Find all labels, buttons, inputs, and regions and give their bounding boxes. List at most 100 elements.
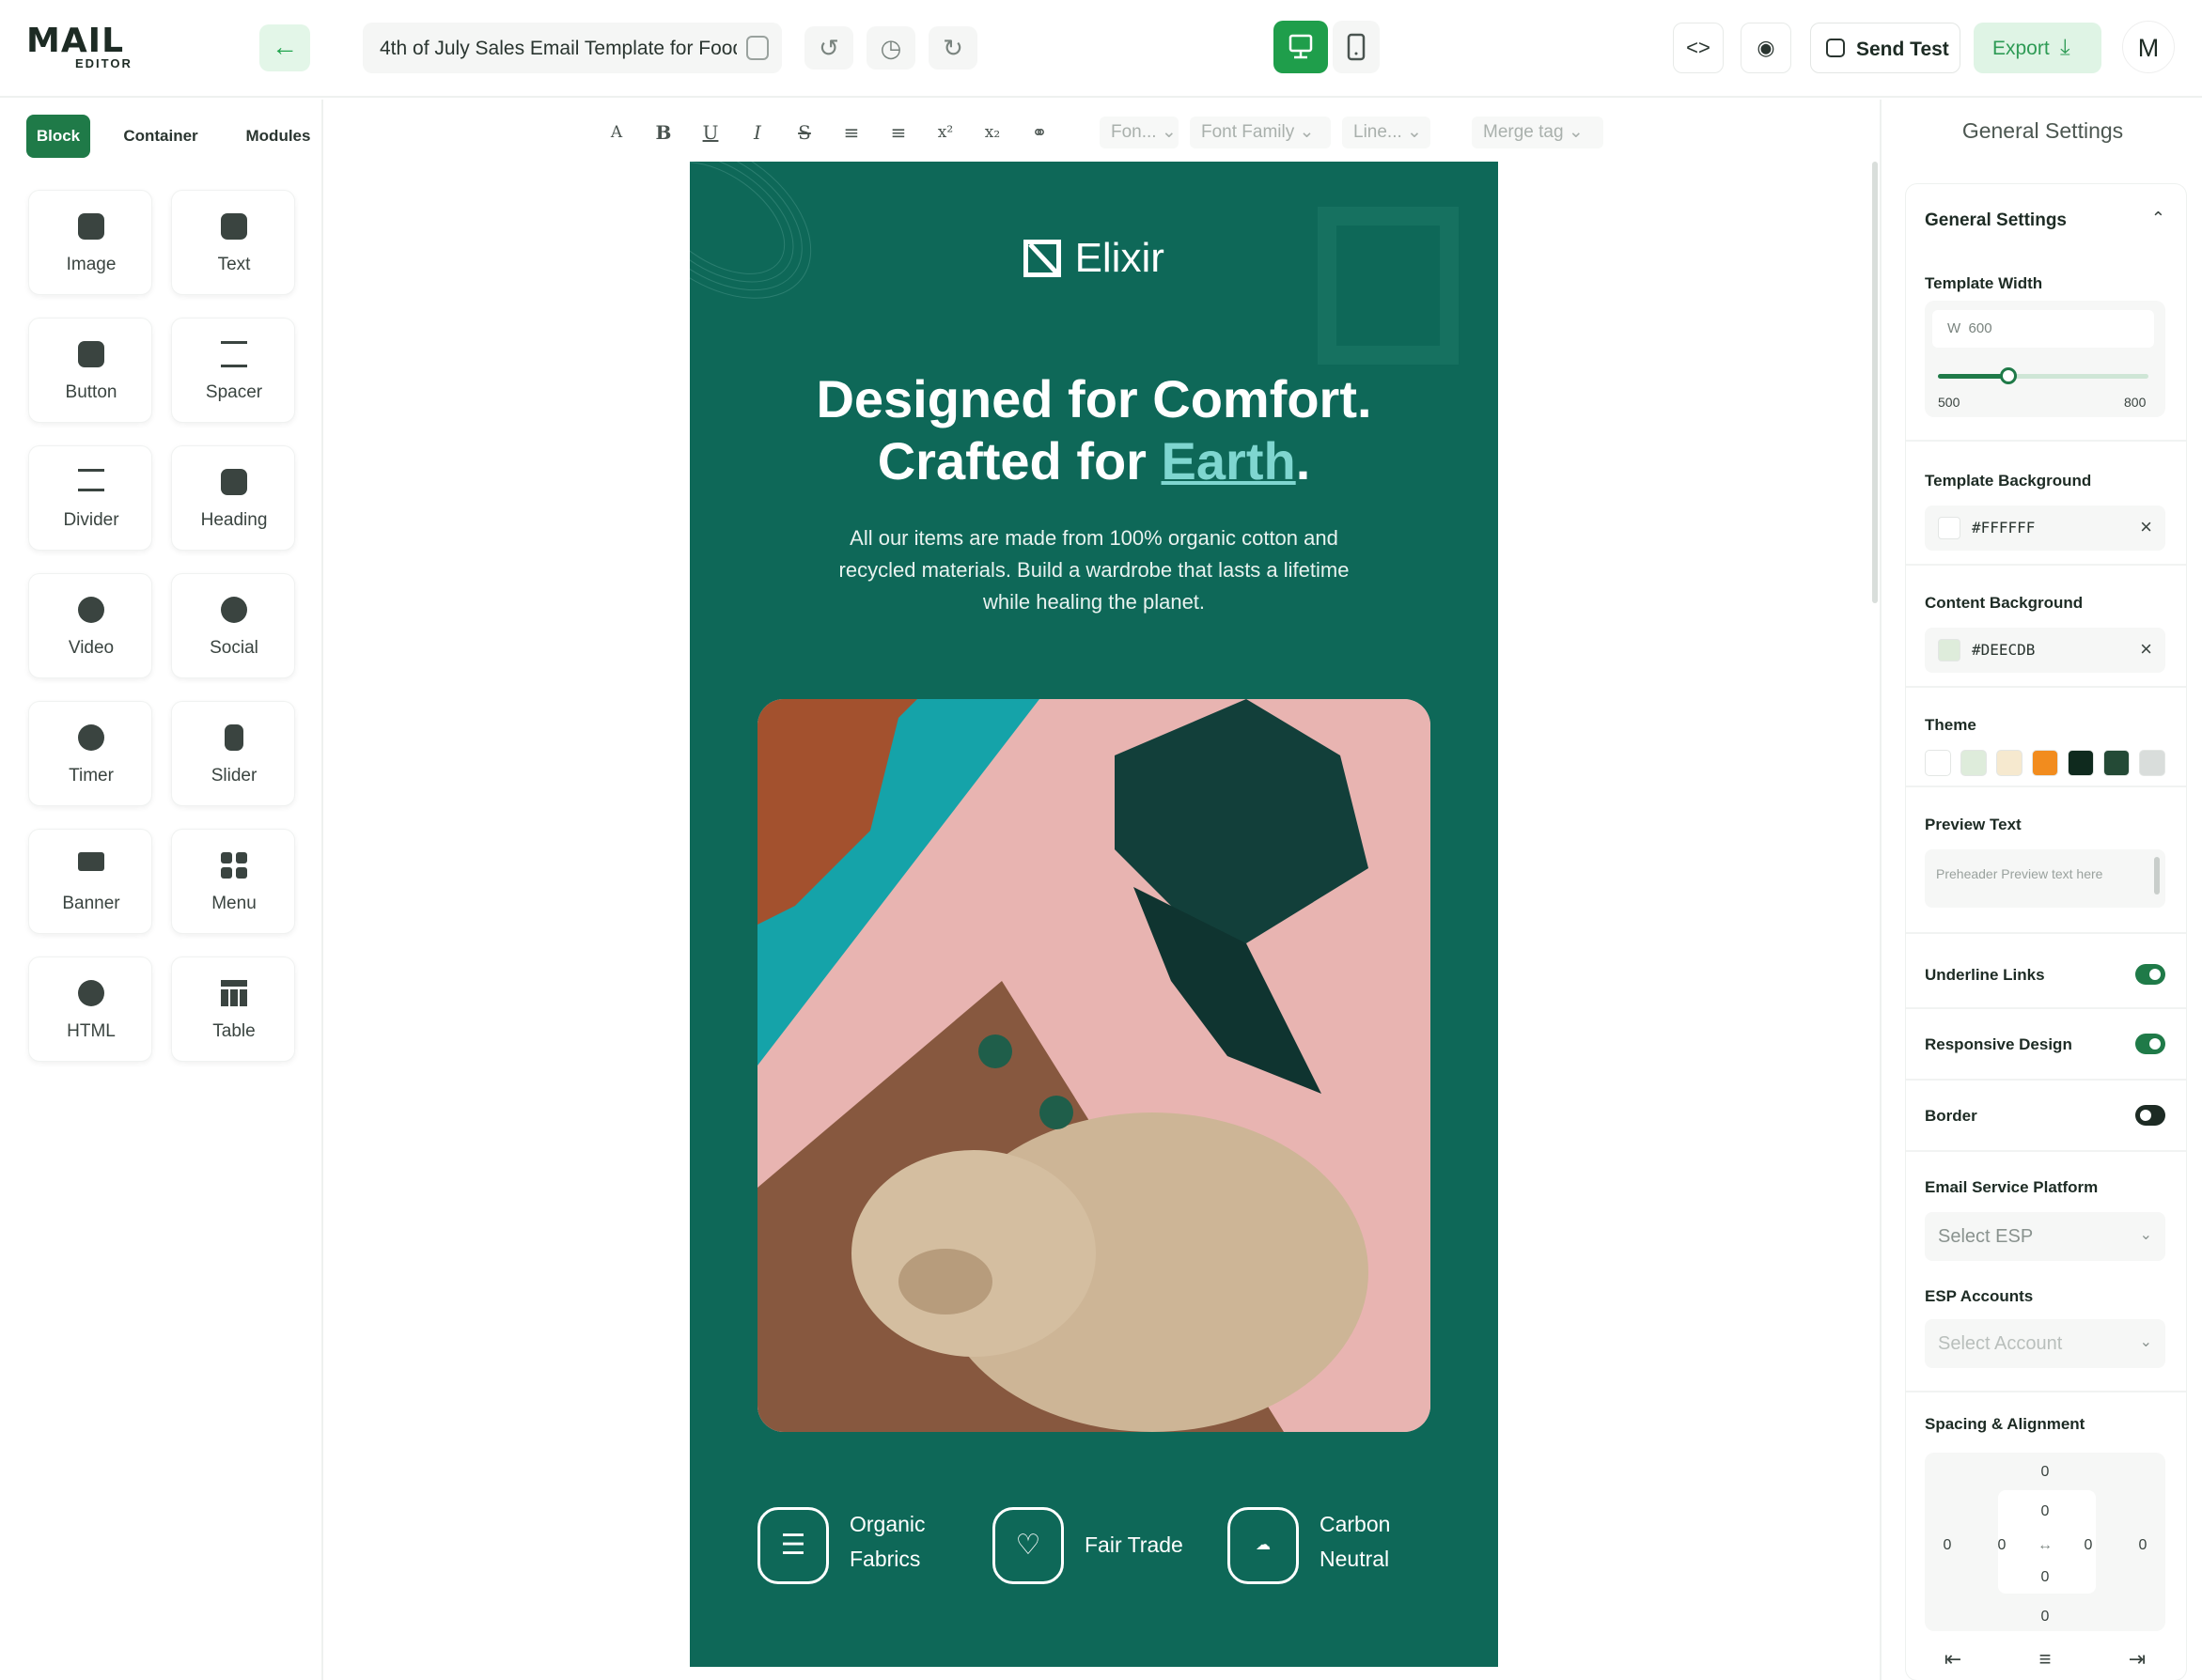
- preview-scrollbar[interactable]: [2154, 857, 2160, 894]
- color-swatch[interactable]: [1938, 517, 1960, 539]
- theme-swatch[interactable]: [2032, 750, 2058, 776]
- block-slider[interactable]: Slider: [171, 701, 295, 806]
- export-button[interactable]: Export ⤓: [1974, 23, 2101, 73]
- padding-left[interactable]: 0: [1991, 1537, 2013, 1554]
- theme-swatch[interactable]: [1996, 750, 2022, 776]
- block-divider[interactable]: Divider: [28, 445, 152, 551]
- theme-swatch[interactable]: [2139, 750, 2165, 776]
- text-color-icon[interactable]: A: [598, 117, 635, 148]
- esp-select[interactable]: Select ESP ⌄: [1925, 1212, 2165, 1261]
- section-title[interactable]: General Settings: [1925, 210, 2067, 231]
- user-avatar[interactable]: M: [2122, 21, 2175, 73]
- width-slider-knob[interactable]: [1999, 367, 2017, 384]
- border-toggle[interactable]: [2135, 1105, 2165, 1126]
- block-timer[interactable]: Timer: [28, 701, 152, 806]
- template-title-field[interactable]: 4th of July Sales Email Template for Foo…: [363, 23, 782, 73]
- margin-top[interactable]: 0: [2034, 1464, 2056, 1481]
- template-title[interactable]: 4th of July Sales Email Template for Foo…: [380, 38, 737, 60]
- mobile-view-button[interactable]: [1333, 21, 1380, 73]
- send-test-button[interactable]: Send Test: [1810, 23, 1960, 73]
- back-button[interactable]: ←: [259, 24, 310, 71]
- code-view-button[interactable]: <>: [1673, 23, 1724, 73]
- template-width-input[interactable]: W 600: [1932, 310, 2154, 348]
- template-background-field[interactable]: #FFFFFF ×: [1925, 506, 2165, 551]
- link-icon[interactable]: ⚭: [1021, 117, 1058, 148]
- block-spacer[interactable]: Spacer: [171, 318, 295, 423]
- feature-organic-fabrics[interactable]: ☰ Organic Fabrics: [757, 1507, 955, 1584]
- logo-sub: EDITOR: [75, 56, 133, 70]
- desktop-view-button[interactable]: [1273, 21, 1328, 73]
- history-button[interactable]: ◷: [867, 26, 915, 70]
- padding-right[interactable]: 0: [2077, 1537, 2100, 1554]
- clear-icon[interactable]: ×: [2140, 637, 2152, 661]
- superscript-icon[interactable]: x²: [927, 117, 964, 148]
- block-social[interactable]: Social: [171, 573, 295, 678]
- theme-swatch[interactable]: [1960, 750, 1987, 776]
- email-preview[interactable]: Elixir Designed for Comfort. Crafted for…: [690, 162, 1498, 1667]
- feature-carbon-neutral[interactable]: ☁ Carbon Neutral: [1227, 1507, 1425, 1584]
- font-size-dropdown[interactable]: Fon... ⌄: [1100, 117, 1179, 148]
- app-logo[interactable]: MAIL EDITOR: [26, 24, 148, 71]
- margin-bottom[interactable]: 0: [2034, 1609, 2056, 1626]
- numbered-list-icon[interactable]: ≡: [880, 117, 917, 148]
- spacer-icon: [221, 341, 247, 367]
- padding-top[interactable]: 0: [2034, 1503, 2056, 1520]
- undo-button[interactable]: ↺: [804, 26, 853, 70]
- preview-text-input[interactable]: Preheader Preview text here: [1925, 849, 2165, 908]
- width-slider-track[interactable]: [1938, 374, 2148, 379]
- block-image[interactable]: Image: [28, 190, 152, 295]
- block-text[interactable]: Text: [171, 190, 295, 295]
- headline-highlight-link[interactable]: Earth: [1162, 431, 1296, 490]
- block-table[interactable]: Table: [171, 957, 295, 1062]
- canvas-scrollbar[interactable]: [1872, 162, 1878, 603]
- preview-button[interactable]: ◉: [1741, 23, 1791, 73]
- tab-block[interactable]: Block: [26, 115, 90, 158]
- redo-button[interactable]: ↻: [929, 26, 977, 70]
- margin-right[interactable]: 0: [2132, 1537, 2154, 1554]
- block-button[interactable]: Button: [28, 318, 152, 423]
- line-height-dropdown[interactable]: Line... ⌄: [1342, 117, 1430, 148]
- video-icon: [78, 597, 104, 623]
- tab-container[interactable]: Container: [105, 115, 216, 158]
- align-left-icon[interactable]: ⇤: [1925, 1641, 1981, 1678]
- theme-swatch[interactable]: [2103, 750, 2130, 776]
- block-banner[interactable]: Banner: [28, 829, 152, 934]
- email-brand[interactable]: Elixir: [690, 235, 1498, 282]
- content-background-field[interactable]: #DEECDB ×: [1925, 628, 2165, 673]
- theme-swatch[interactable]: [1925, 750, 1951, 776]
- subscript-icon[interactable]: x₂: [974, 117, 1011, 148]
- align-right-icon[interactable]: ⇥: [2109, 1641, 2165, 1678]
- bullet-list-icon[interactable]: ≡: [833, 117, 870, 148]
- bold-icon[interactable]: B: [645, 117, 682, 148]
- email-body-text[interactable]: All our items are made from 100% organic…: [831, 522, 1357, 618]
- align-center-icon[interactable]: ≡: [2017, 1641, 2073, 1678]
- clear-icon[interactable]: ×: [2140, 515, 2152, 539]
- merge-tag-dropdown[interactable]: Merge tag ⌄: [1472, 117, 1603, 148]
- italic-icon[interactable]: I: [739, 117, 776, 148]
- block-menu[interactable]: Menu: [171, 829, 295, 934]
- underline-icon[interactable]: U: [692, 117, 729, 148]
- hero-image[interactable]: [757, 699, 1430, 1432]
- feature-line-2: Neutral: [1320, 1547, 1390, 1571]
- block-html[interactable]: HTML: [28, 957, 152, 1062]
- color-swatch[interactable]: [1938, 639, 1960, 661]
- strikethrough-icon[interactable]: S: [786, 117, 823, 148]
- esp-accounts-select[interactable]: Select Account ⌄: [1925, 1319, 2165, 1368]
- email-headline[interactable]: Designed for Comfort. Crafted for Earth.: [690, 368, 1498, 492]
- tab-modules[interactable]: Modules: [220, 115, 336, 158]
- theme-label: Theme: [1925, 716, 1976, 734]
- block-heading[interactable]: Heading: [171, 445, 295, 551]
- margin-left[interactable]: 0: [1936, 1537, 1959, 1554]
- theme-swatch[interactable]: [2068, 750, 2094, 776]
- feature-fair-trade[interactable]: ♡ Fair Trade: [992, 1507, 1199, 1584]
- underline-links-toggle[interactable]: [2135, 964, 2165, 985]
- collapse-chevron-icon[interactable]: ⌃: [2151, 209, 2165, 228]
- save-doc-icon[interactable]: [746, 36, 769, 60]
- link-spacing-icon[interactable]: ↔: [2034, 1537, 2056, 1554]
- block-video[interactable]: Video: [28, 573, 152, 678]
- padding-bottom[interactable]: 0: [2034, 1569, 2056, 1586]
- responsive-design-toggle[interactable]: [2135, 1034, 2165, 1054]
- font-family-dropdown[interactable]: Font Family ⌄: [1190, 117, 1331, 148]
- eye-icon: ◉: [1757, 36, 1775, 59]
- left-sidebar: Block Container Modules Image Text Butto…: [0, 100, 323, 1680]
